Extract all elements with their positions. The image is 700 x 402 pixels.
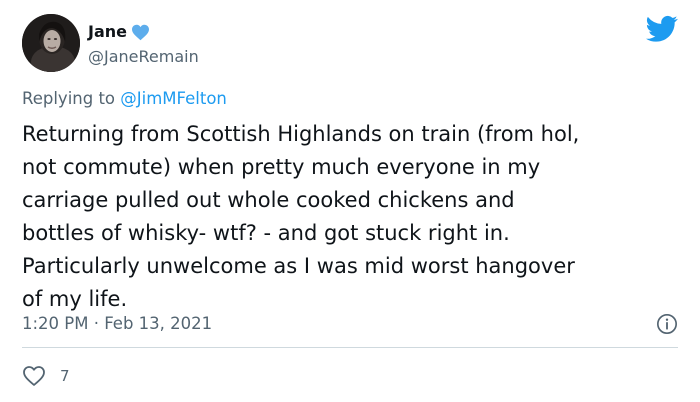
tweet-timestamp[interactable]: 1:20 PM · Feb 13, 2021 bbox=[22, 313, 212, 335]
author-handle[interactable]: @JaneRemain bbox=[88, 47, 199, 67]
tweet-card: Jane @JaneRemain Replying to @JimMFelton… bbox=[0, 0, 700, 402]
tweet-body-line: Particularly unwelcome as I was mid wors… bbox=[22, 254, 575, 278]
like-button[interactable]: 7 bbox=[22, 365, 70, 387]
avatar[interactable] bbox=[22, 14, 80, 72]
author-name-row[interactable]: Jane bbox=[88, 22, 150, 42]
tweet-body-line: of my life. bbox=[22, 287, 128, 311]
info-icon[interactable] bbox=[656, 313, 678, 335]
tweet-body-line: carriage pulled out whole cooked chicken… bbox=[22, 188, 515, 212]
tweet-body: Returning from Scottish Highlands on tra… bbox=[22, 118, 682, 316]
avatar-photo bbox=[22, 14, 80, 72]
reply-context: Replying to @JimMFelton bbox=[22, 88, 227, 110]
reply-prefix: Replying to bbox=[22, 89, 121, 108]
author-display-name[interactable]: Jane bbox=[88, 22, 127, 42]
heart-outline-icon[interactable] bbox=[22, 365, 46, 387]
tweet-body-line: Returning from Scottish Highlands on tra… bbox=[22, 122, 580, 146]
like-count: 7 bbox=[60, 367, 70, 385]
tweet-body-line: not commute) when pretty much everyone i… bbox=[22, 155, 541, 179]
reply-mention-link[interactable]: @JimMFelton bbox=[120, 89, 227, 108]
blue-heart-icon bbox=[132, 24, 149, 40]
twitter-bird-icon[interactable] bbox=[646, 15, 678, 43]
divider bbox=[22, 347, 678, 348]
tweet-body-line: bottles of whisky- wtf? - and got stuck … bbox=[22, 221, 510, 245]
